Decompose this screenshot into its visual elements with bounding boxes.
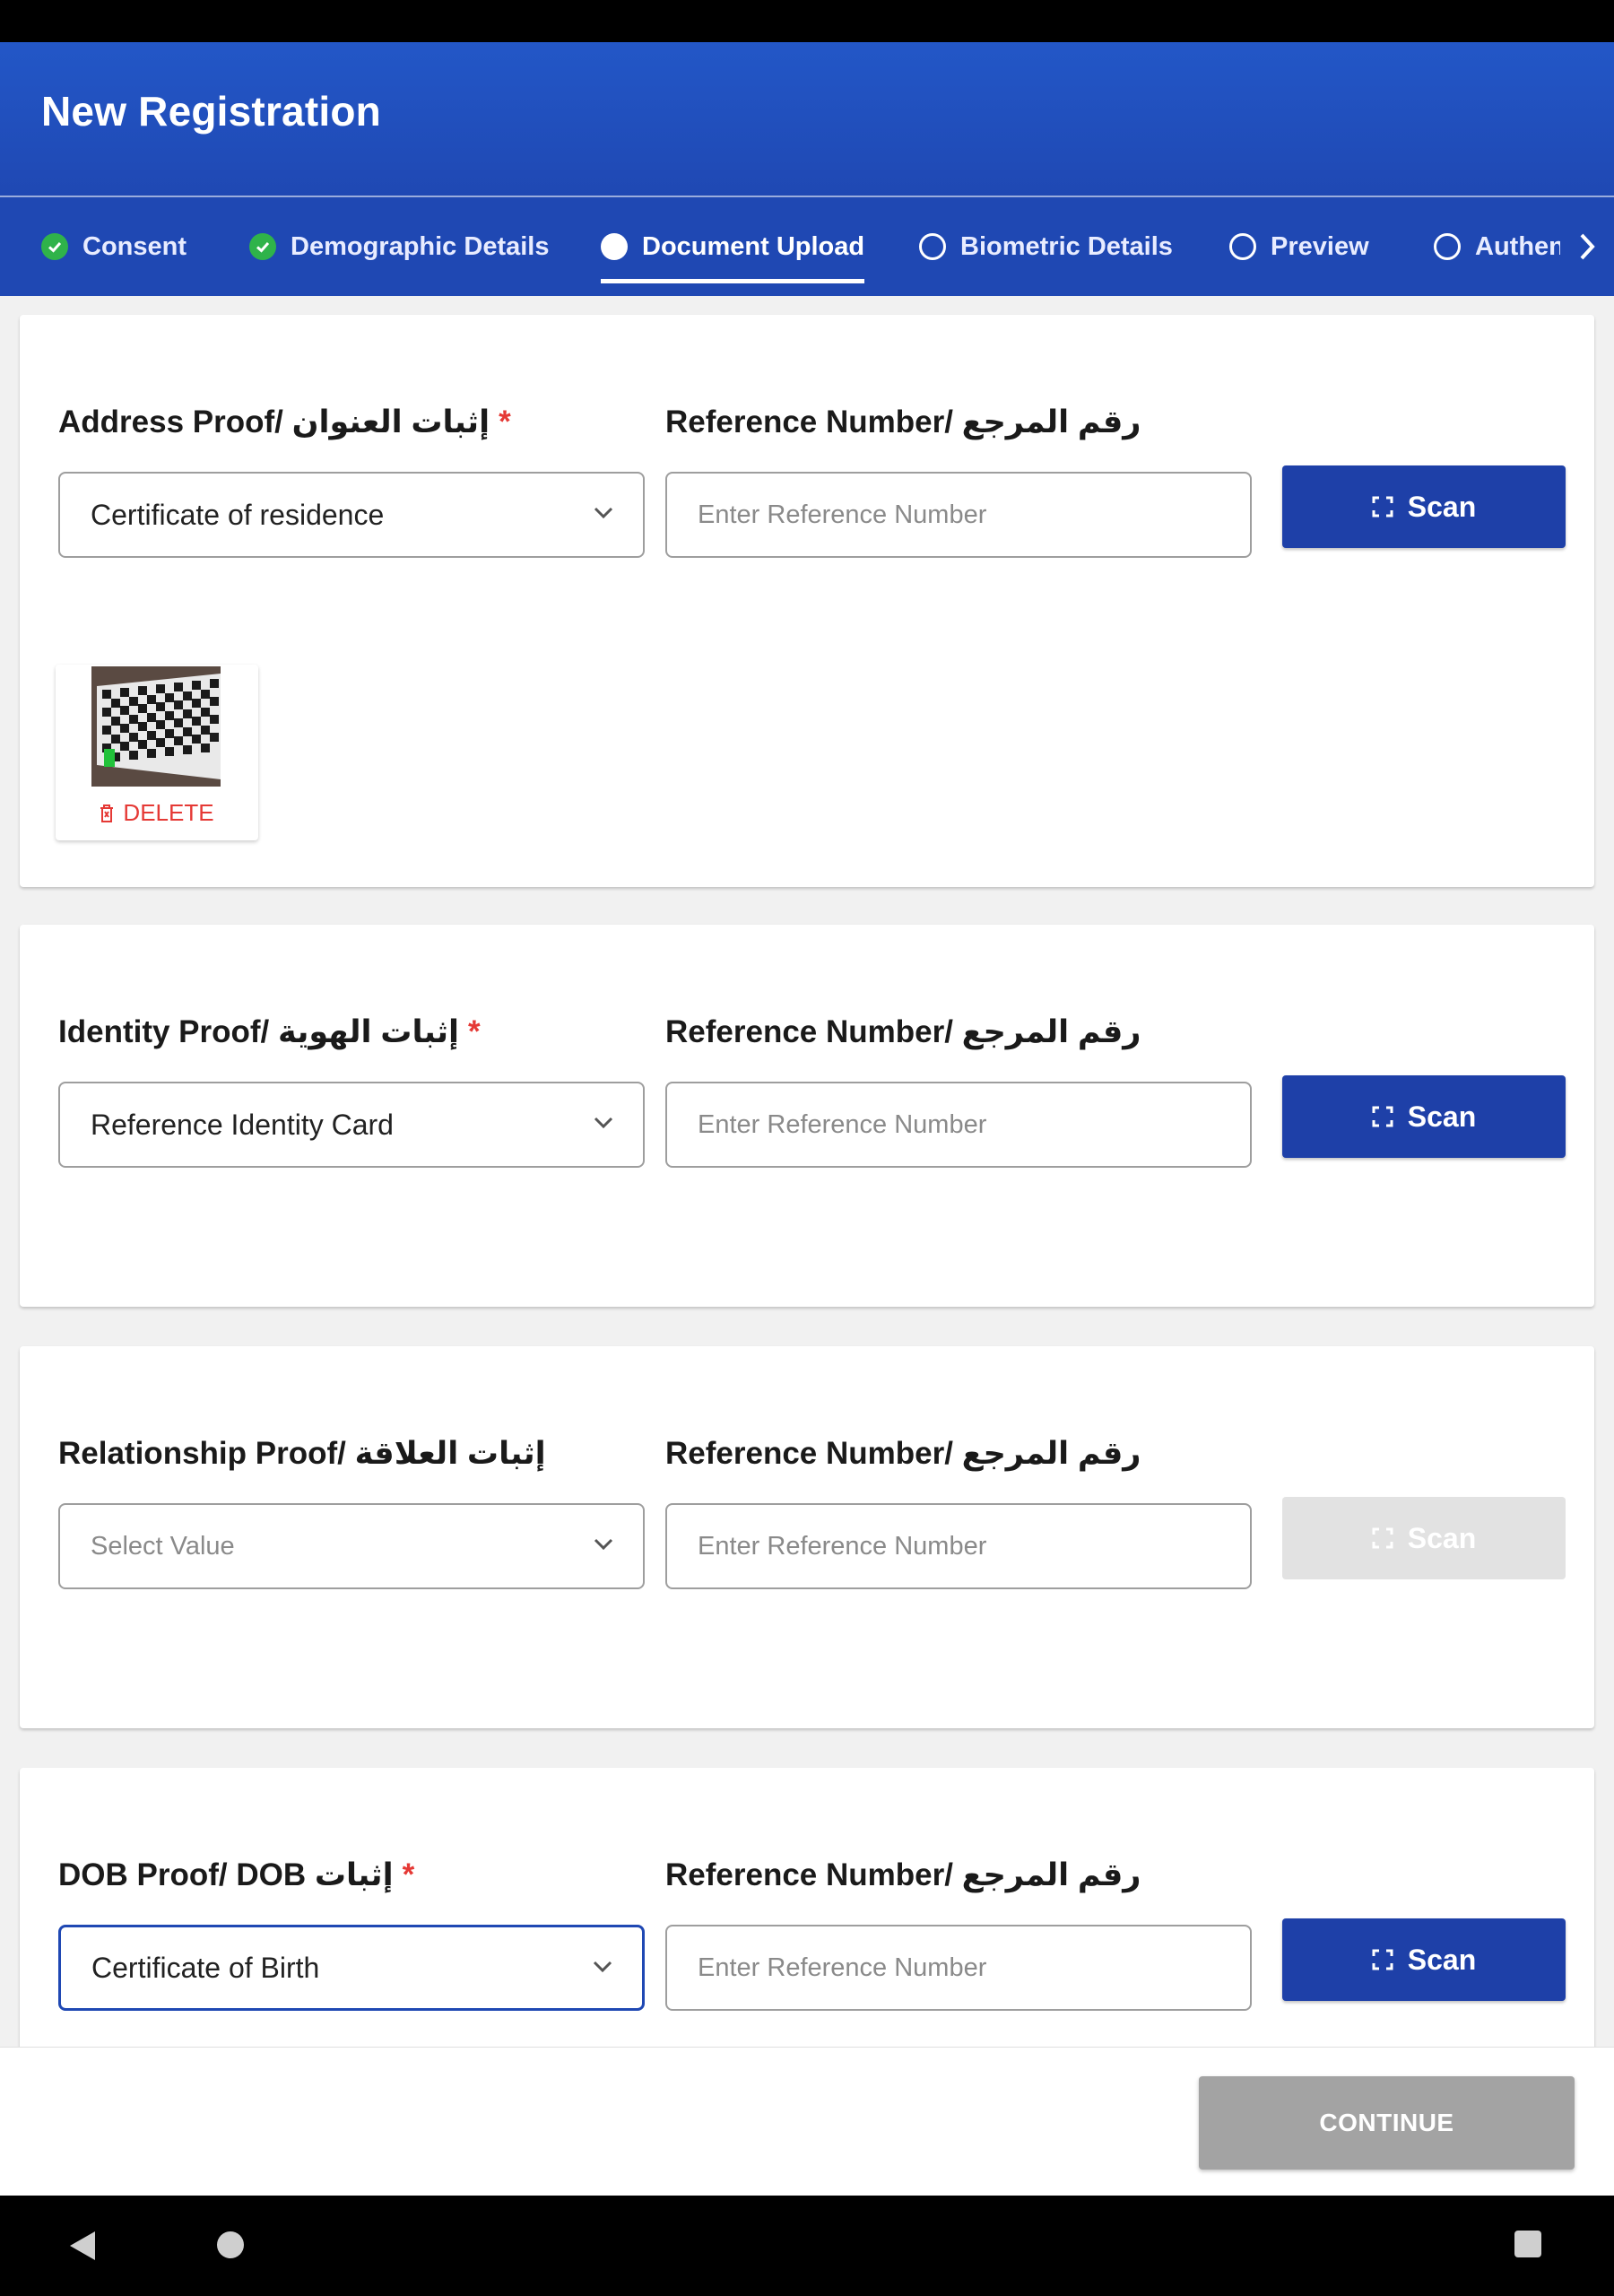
recents-icon[interactable] xyxy=(1514,2230,1542,2258)
footer-bar: CONTINUE xyxy=(0,2047,1614,2196)
reference-number-label: Reference Number/ رقم المرجع xyxy=(665,404,1141,439)
document-upload-form: Address Proof/ إثبات العنوان * Reference … xyxy=(0,296,1614,2047)
address-scan-button[interactable]: Scan xyxy=(1282,465,1566,548)
back-icon[interactable] xyxy=(68,2230,99,2262)
relationship-proof-label: Relationship Proof/ إثبات العلاقة xyxy=(58,1436,546,1471)
pending-step-icon xyxy=(1229,233,1256,260)
check-circle-icon xyxy=(41,233,68,260)
identity-proof-card: Identity Proof/ إثبات الهوية * Reference … xyxy=(20,925,1594,1307)
dob-proof-label: DOB Proof/ DOB إثبات * xyxy=(58,1857,415,1892)
active-tab-indicator xyxy=(601,279,865,283)
active-step-icon xyxy=(601,233,628,260)
select-placeholder: Select Value xyxy=(91,1531,235,1561)
tab-biometric-details[interactable]: Biometric Details xyxy=(919,197,1173,296)
scan-icon xyxy=(1372,1949,1393,1970)
chevron-down-icon xyxy=(594,1538,613,1551)
reference-number-label: Reference Number/ رقم المرجع xyxy=(665,1014,1141,1049)
relationship-scan-button[interactable]: Scan xyxy=(1282,1497,1566,1579)
delete-document-button[interactable]: DELETE xyxy=(56,799,258,827)
identity-proof-label: Identity Proof/ إثبات الهوية * xyxy=(58,1014,481,1049)
chevron-right-icon xyxy=(1580,233,1595,260)
relationship-proof-select[interactable]: Select Value xyxy=(58,1503,645,1589)
identity-proof-select[interactable]: Reference Identity Card xyxy=(58,1082,645,1168)
tab-consent[interactable]: Consent xyxy=(41,197,187,296)
scan-icon xyxy=(1372,496,1393,517)
identity-reference-input[interactable]: Enter Reference Number xyxy=(665,1082,1252,1168)
step-tabs: Consent Demographic Details Document Upl… xyxy=(0,197,1614,296)
tab-label: Preview xyxy=(1271,231,1369,261)
relationship-proof-card: Relationship Proof/ إثبات العلاقة Refere… xyxy=(20,1346,1594,1728)
tab-label: Demographic Details xyxy=(291,231,550,261)
scan-icon xyxy=(1372,1106,1393,1127)
tabs-scroll-right-button[interactable] xyxy=(1560,217,1614,276)
required-marker: * xyxy=(402,1857,415,1892)
chevron-down-icon xyxy=(594,507,613,519)
document-image xyxy=(91,666,221,787)
uploaded-document-thumbnail[interactable]: DELETE xyxy=(56,665,258,840)
tab-label: Authent xyxy=(1475,231,1574,261)
dob-proof-card: DOB Proof/ DOB إثبات * Reference Number/ … xyxy=(20,1768,1594,2047)
required-marker: * xyxy=(499,404,511,439)
tab-demographic-details[interactable]: Demographic Details xyxy=(249,197,549,296)
dob-proof-select[interactable]: Certificate of Birth xyxy=(58,1925,645,2011)
dob-scan-button[interactable]: Scan xyxy=(1282,1918,1566,2001)
dob-reference-input[interactable]: Enter Reference Number xyxy=(665,1925,1252,2011)
reference-number-label: Reference Number/ رقم المرجع xyxy=(665,1436,1141,1471)
system-nav-bar xyxy=(0,2196,1614,2296)
tab-label: Consent xyxy=(82,231,187,261)
chevron-down-icon xyxy=(594,1117,613,1129)
address-proof-card: Address Proof/ إثبات العنوان * Reference … xyxy=(20,315,1594,887)
status-bar xyxy=(0,0,1614,42)
home-icon[interactable] xyxy=(215,2230,246,2260)
chevron-down-icon xyxy=(593,1961,612,1973)
tab-authentication[interactable]: Authent xyxy=(1434,197,1574,296)
scan-icon xyxy=(1372,1527,1393,1549)
address-reference-input[interactable]: Enter Reference Number xyxy=(665,472,1252,558)
continue-button[interactable]: CONTINUE xyxy=(1199,2076,1575,2170)
app-bar: New Registration xyxy=(0,42,1614,197)
tab-preview[interactable]: Preview xyxy=(1229,197,1369,296)
select-value: Reference Identity Card xyxy=(91,1108,394,1141)
address-proof-select[interactable]: Certificate of residence xyxy=(58,472,645,558)
page-title: New Registration xyxy=(41,88,381,135)
select-value: Certificate of Birth xyxy=(91,1951,320,1984)
select-value: Certificate of residence xyxy=(91,498,385,531)
relationship-reference-input[interactable]: Enter Reference Number xyxy=(665,1503,1252,1589)
reference-number-label: Reference Number/ رقم المرجع xyxy=(665,1857,1141,1892)
identity-scan-button[interactable]: Scan xyxy=(1282,1075,1566,1158)
tab-label: Biometric Details xyxy=(960,231,1173,261)
pending-step-icon xyxy=(1434,233,1461,260)
tab-document-upload[interactable]: Document Upload xyxy=(601,197,865,296)
required-marker: * xyxy=(468,1014,481,1049)
pending-step-icon xyxy=(919,233,946,260)
trash-icon xyxy=(100,804,114,822)
tab-label: Document Upload xyxy=(642,231,865,261)
check-circle-icon xyxy=(249,233,276,260)
address-proof-label: Address Proof/ إثبات العنوان * xyxy=(58,404,511,439)
